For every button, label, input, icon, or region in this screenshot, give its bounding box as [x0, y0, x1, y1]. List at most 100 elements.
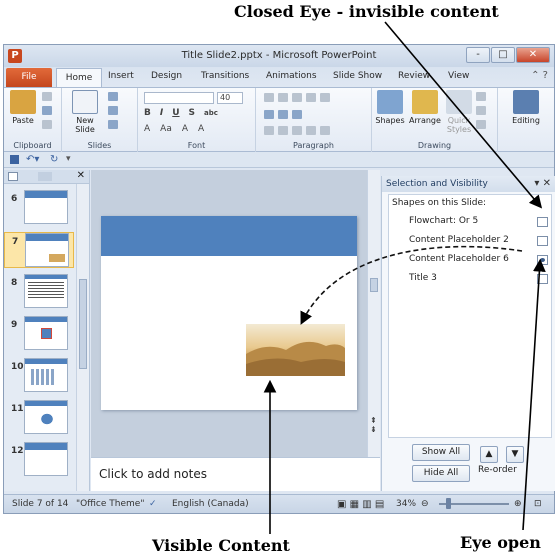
group-drawing: Shapes Arrange Quick Styles Drawing [372, 88, 498, 152]
paste-button[interactable]: Paste [10, 90, 36, 125]
font-family-select[interactable] [144, 92, 214, 104]
decrease-indent-icon[interactable] [292, 93, 302, 102]
thumbnail-scrollbar-thumb[interactable] [79, 279, 87, 369]
thumbnail-slide-12[interactable]: 12 [4, 442, 74, 478]
tab-home[interactable]: Home [56, 68, 102, 88]
slide-scrollbar[interactable]: ⇞ ⇟ [367, 170, 380, 457]
format-painter-icon[interactable] [42, 120, 52, 129]
shape-outline-icon[interactable] [476, 106, 486, 115]
restore-button[interactable]: □ [491, 47, 515, 63]
reset-icon[interactable] [108, 106, 118, 115]
minimize-button[interactable]: - [466, 47, 490, 63]
outline-tab[interactable] [38, 172, 52, 181]
text-direction-icon[interactable] [264, 110, 274, 119]
bullets-icon[interactable] [264, 93, 274, 102]
hide-all-button[interactable]: Hide All [412, 465, 470, 482]
center-icon[interactable] [278, 126, 288, 135]
copy-icon[interactable] [42, 106, 52, 115]
bold-button[interactable]: B [144, 108, 151, 118]
columns-icon[interactable] [320, 126, 330, 135]
align-text-icon[interactable] [278, 110, 288, 119]
shape-fill-icon[interactable] [476, 92, 486, 101]
notes-pane[interactable]: Click to add notes [91, 457, 380, 491]
tab-file[interactable]: File [6, 68, 52, 87]
slide-picture-desert[interactable] [246, 324, 345, 376]
closed-eye-icon[interactable] [537, 236, 548, 246]
closed-eye-icon[interactable] [537, 217, 548, 227]
tab-review[interactable]: Review [398, 71, 430, 81]
current-slide[interactable] [101, 216, 357, 410]
tab-insert[interactable]: Insert [108, 71, 134, 81]
shape-item-content-placeholder-6[interactable]: Content Placeholder 6 [409, 254, 549, 264]
close-button[interactable]: ✕ [516, 47, 550, 63]
cut-icon[interactable] [42, 92, 52, 101]
justify-icon[interactable] [306, 126, 316, 135]
quick-styles-button[interactable]: Quick Styles [444, 90, 474, 134]
change-case-button[interactable]: Aa [160, 124, 172, 134]
layout-icon[interactable] [108, 92, 118, 101]
thumbnail-slide-7[interactable]: 7 [4, 232, 74, 268]
show-all-button[interactable]: Show All [412, 444, 470, 461]
zoom-slider-thumb[interactable] [446, 498, 451, 509]
zoom-in-icon[interactable]: ⊕ [514, 499, 522, 509]
prev-next-slide-icons[interactable]: ⇞ ⇟ [370, 416, 377, 434]
section-icon[interactable] [108, 120, 118, 129]
theme-name[interactable]: "Office Theme" [76, 499, 144, 509]
closed-eye-icon[interactable] [537, 274, 548, 284]
editing-button[interactable]: Editing [506, 90, 546, 125]
close-pane-icon[interactable]: ✕ [77, 170, 85, 181]
shadow-button[interactable]: S [189, 108, 195, 118]
font-size-select[interactable]: 40 [217, 92, 243, 104]
thumbnail-slide-6[interactable]: 6 [4, 190, 74, 226]
thumbnail-slide-8[interactable]: 8 [4, 274, 74, 310]
spellcheck-icon[interactable]: ✓ [149, 499, 157, 509]
shape-item-title-3[interactable]: Title 3 [409, 273, 549, 283]
italic-button[interactable]: I [160, 108, 163, 118]
align-right-icon[interactable] [292, 126, 302, 135]
tab-transitions[interactable]: Transitions [201, 71, 249, 81]
pane-menu-close-icons[interactable]: ▾ ✕ [534, 178, 551, 189]
move-down-button[interactable]: ▼ [506, 446, 524, 463]
open-eye-icon[interactable] [537, 255, 548, 265]
undo-icon[interactable]: ↶▾ [26, 154, 39, 165]
shapes-button[interactable]: Shapes [374, 90, 406, 125]
zoom-out-icon[interactable]: ⊖ [421, 499, 429, 509]
increase-indent-icon[interactable] [306, 93, 316, 102]
shapes-list: Shapes on this Slide: Flowchart: Or 5 Co… [388, 194, 552, 438]
shrink-font-button[interactable]: A [198, 124, 204, 134]
group-slides: New Slide Slides [62, 88, 138, 152]
align-left-icon[interactable] [264, 126, 274, 135]
slides-tab[interactable] [8, 172, 18, 181]
font-color-button[interactable]: A [144, 124, 150, 134]
zoom-level[interactable]: 34% [396, 499, 416, 509]
customize-qat-icon[interactable]: ▾ [66, 154, 71, 164]
smartart-icon[interactable] [292, 110, 302, 119]
tab-view[interactable]: View [448, 71, 469, 81]
new-slide-button[interactable]: New Slide [70, 90, 100, 134]
shape-item-content-placeholder-2[interactable]: Content Placeholder 2 [409, 235, 549, 245]
fit-to-window-icon[interactable]: ⊡ [534, 499, 542, 509]
numbering-icon[interactable] [278, 93, 288, 102]
thumbnail-slide-10[interactable]: 10 [4, 358, 74, 394]
save-icon[interactable] [10, 155, 19, 164]
strikethrough-button[interactable]: abc [204, 109, 218, 117]
help-icon[interactable]: ⌃ ? [531, 70, 548, 81]
slide-scrollbar-thumb[interactable] [370, 278, 378, 292]
shape-item-flowchart[interactable]: Flowchart: Or 5 [409, 216, 549, 226]
desert-hills [246, 341, 345, 376]
thumbnail-scrollbar[interactable] [76, 184, 89, 491]
language[interactable]: English (Canada) [172, 499, 249, 509]
grow-font-button[interactable]: A [182, 124, 188, 134]
view-buttons[interactable]: ▣ ▦ ▥ ▤ [337, 499, 384, 510]
underline-button[interactable]: U [172, 108, 179, 118]
arrange-button[interactable]: Arrange [408, 90, 442, 125]
thumbnail-slide-9[interactable]: 9 [4, 316, 74, 352]
shape-effects-icon[interactable] [476, 120, 486, 129]
tab-design[interactable]: Design [151, 71, 182, 81]
redo-icon[interactable]: ↻ [50, 154, 58, 165]
move-up-button[interactable]: ▲ [480, 446, 498, 463]
tab-slide-show[interactable]: Slide Show [333, 71, 382, 81]
tab-animations[interactable]: Animations [266, 71, 317, 81]
thumbnail-slide-11[interactable]: 11 [4, 400, 74, 436]
line-spacing-icon[interactable] [320, 93, 330, 102]
